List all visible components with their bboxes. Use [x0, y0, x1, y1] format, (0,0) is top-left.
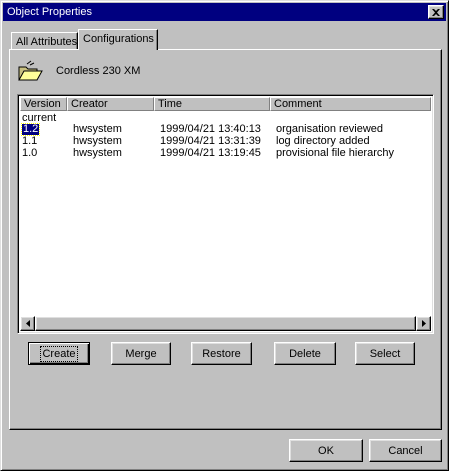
tab-configurations-label: Configurations: [83, 33, 154, 45]
close-button[interactable]: [428, 5, 444, 19]
scroll-left-button[interactable]: [20, 316, 35, 331]
column-header-time[interactable]: Time: [154, 97, 270, 111]
row-comment: provisional file hierarchy: [276, 147, 394, 159]
column-header-version[interactable]: Version: [20, 97, 67, 111]
column-header-comment[interactable]: Comment: [270, 97, 431, 111]
arrow-right-icon: [421, 320, 426, 327]
horizontal-scrollbar[interactable]: [20, 316, 431, 331]
tab-all-attributes[interactable]: All Attributes: [11, 32, 78, 49]
select-button[interactable]: Select: [355, 342, 415, 365]
open-folder-icon: [18, 60, 43, 81]
column-header-creator[interactable]: Creator: [67, 97, 154, 111]
object-name: Cordless 230 XM: [56, 65, 141, 77]
row-comment: log directory added: [276, 135, 370, 147]
row-version[interactable]: 1.0: [22, 148, 37, 159]
create-button-label: Create: [40, 345, 78, 362]
restore-button[interactable]: Restore: [191, 342, 252, 365]
merge-button[interactable]: Merge: [111, 342, 171, 365]
scroll-thumb[interactable]: [35, 316, 416, 331]
configurations-list[interactable]: Version Creator Time Comment current 1.2…: [17, 94, 434, 334]
row-version-selected[interactable]: 1.2: [20, 123, 41, 136]
row-version[interactable]: 1.1: [22, 136, 37, 147]
row-time: 1999/04/21 13:19:45: [160, 147, 261, 159]
scroll-right-button[interactable]: [416, 316, 431, 331]
properties-dialog: Object Properties All Attributes Configu…: [0, 0, 449, 471]
ok-button[interactable]: OK: [289, 439, 363, 462]
cancel-button[interactable]: Cancel: [369, 439, 442, 462]
row-creator: hwsystem: [73, 147, 122, 159]
row-creator: hwsystem: [73, 135, 122, 147]
delete-button[interactable]: Delete: [274, 342, 336, 365]
title-bar[interactable]: Object Properties: [3, 3, 446, 21]
arrow-left-icon: [25, 320, 30, 327]
row-time: 1999/04/21 13:31:39: [160, 135, 261, 147]
row-comment: organisation reviewed: [276, 123, 384, 135]
window-title: Object Properties: [7, 6, 92, 18]
tab-configurations[interactable]: Configurations: [78, 29, 158, 50]
row-creator: hwsystem: [73, 123, 122, 135]
create-button[interactable]: Create: [28, 342, 90, 365]
close-x-icon: [432, 8, 440, 16]
row-time: 1999/04/21 13:40:13: [160, 123, 261, 135]
